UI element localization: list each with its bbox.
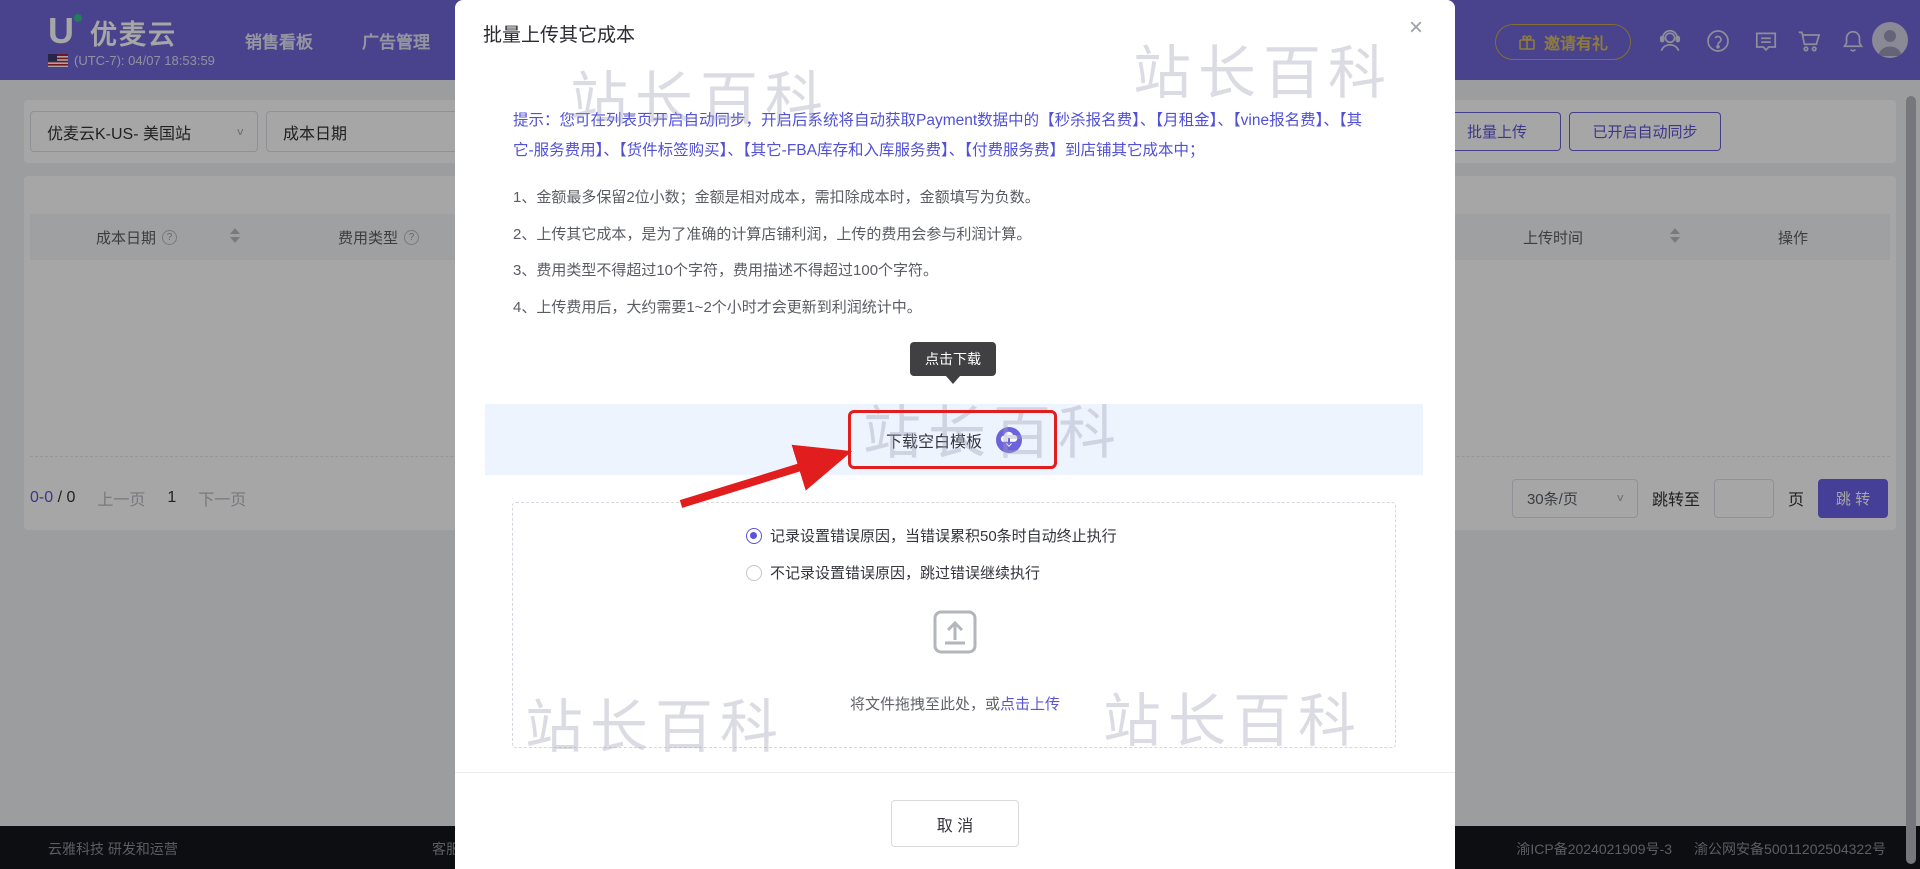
tooltip-text: 点击下载: [925, 351, 981, 367]
radio-skip-errors[interactable]: 不记录设置错误原因，跳过错误继续执行: [746, 562, 1040, 583]
modal-hint: 提示：您可在列表页开启自动同步，开启后系统将自动获取Payment数据中的【秒杀…: [513, 112, 1363, 159]
batch-upload-modal: 批量上传其它成本 × 提示：您可在列表页开启自动同步，开启后系统将自动获取Pay…: [455, 0, 1455, 869]
drag-text: 将文件拖拽至此处，或: [849, 696, 1000, 713]
radio-unchecked-icon[interactable]: [746, 564, 762, 581]
radio-checked-icon[interactable]: [746, 527, 762, 544]
cloud-download-icon: [996, 426, 1022, 453]
screen: U 优麦云 (UTC-7): 04/07 18:53:59 销售看板 广告管理 …: [0, 0, 1920, 869]
cancel-button[interactable]: 取 消: [891, 800, 1019, 847]
download-template-button[interactable]: 下载空白模板: [485, 404, 1423, 475]
upload-file-icon[interactable]: [930, 607, 980, 657]
radio-label: 记录设置错误原因，当错误累积50条时自动终止执行: [770, 528, 1117, 545]
radio-record-errors[interactable]: 记录设置错误原因，当错误累积50条时自动终止执行: [746, 525, 1117, 546]
rule-item: 4、上传费用后，大约需要1~2个小时才会更新到利润统计中。: [513, 299, 922, 316]
drag-hint: 将文件拖拽至此处，或点击上传: [513, 693, 1397, 714]
rule-item: 2、上传其它成本，是为了准确的计算店铺利润，上传的费用会参与利润计算。: [513, 226, 1032, 243]
click-download-tooltip: 点击下载: [910, 342, 996, 384]
download-template-label: 下载空白模板: [885, 433, 982, 451]
rule-item: 3、费用类型不得超过10个字符，费用描述不得超过100个字符。: [513, 262, 939, 279]
tooltip-caret: [946, 376, 960, 384]
click-upload-link[interactable]: 点击上传: [1000, 696, 1060, 713]
modal-title: 批量上传其它成本: [483, 25, 636, 46]
radio-label: 不记录设置错误原因，跳过错误继续执行: [770, 565, 1041, 582]
modal-footer-divider: [455, 772, 1455, 773]
upload-dropzone[interactable]: 记录设置错误原因，当错误累积50条时自动终止执行 不记录设置错误原因，跳过错误继…: [512, 502, 1396, 748]
rule-item: 1、金额最多保留2位小数；金额是相对成本，需扣除成本时，金额填写为负数。: [513, 189, 1040, 206]
close-icon[interactable]: ×: [1401, 14, 1431, 44]
